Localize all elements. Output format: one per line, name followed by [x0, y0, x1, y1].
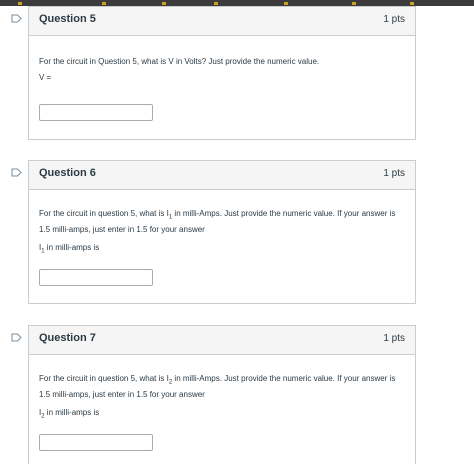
question-7-header: Question 7 1 pts: [29, 326, 415, 355]
question-5-header: Question 5 1 pts: [29, 7, 415, 36]
toolbar-marker: [410, 2, 414, 5]
question-prompt: For the circuit in question 5, what is I…: [39, 374, 396, 399]
answer-input-question-6[interactable]: [39, 269, 153, 286]
answer-label: V =: [39, 73, 52, 82]
question-prompt: For the circuit in question 5, what is I…: [39, 209, 396, 234]
toolbar-marker: [214, 2, 218, 5]
flag-question-5-icon[interactable]: [11, 14, 22, 23]
question-5-card: Question 5 1 pts For the circuit in Ques…: [28, 6, 416, 140]
question-points: 1 pts: [383, 14, 405, 25]
toolbar-marker: [18, 2, 22, 5]
question-title: Question 6: [39, 167, 96, 179]
question-title: Question 5: [39, 13, 96, 25]
question-points: 1 pts: [383, 333, 405, 344]
question-7-body: For the circuit in question 5, what is I…: [29, 355, 415, 422]
question-prompt: For the circuit in Question 5, what is V…: [39, 57, 320, 66]
toolbar-marker: [162, 2, 166, 5]
flag-question-6-icon[interactable]: [11, 168, 22, 177]
question-6-card: Question 6 1 pts For the circuit in ques…: [28, 160, 416, 304]
answer-input-question-7[interactable]: [39, 434, 153, 451]
answer-label: I1 in milli-amps is: [39, 242, 100, 255]
toolbar-marker: [284, 2, 288, 5]
question-points: 1 pts: [383, 168, 405, 179]
answer-label: I2 in milli-amps is: [39, 407, 100, 420]
question-6-header: Question 6 1 pts: [29, 161, 415, 190]
question-title: Question 7: [39, 332, 96, 344]
answer-input-question-5[interactable]: [39, 104, 153, 121]
question-5-body: For the circuit in Question 5, what is V…: [29, 36, 415, 84]
flag-question-7-icon[interactable]: [11, 333, 22, 342]
toolbar-marker: [102, 2, 106, 5]
toolbar-marker: [352, 2, 356, 5]
question-7-card: Question 7 1 pts For the circuit in ques…: [28, 325, 416, 464]
question-6-body: For the circuit in question 5, what is I…: [29, 190, 415, 257]
